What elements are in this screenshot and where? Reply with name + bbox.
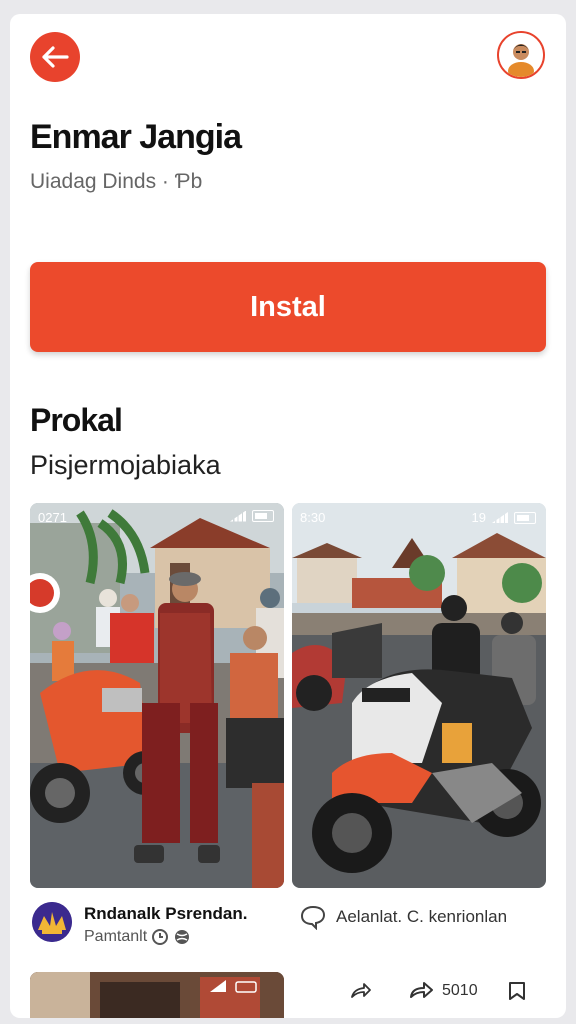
status-time: 8:30 [300, 510, 326, 525]
comment-bubble-icon [300, 905, 326, 930]
comment-text: Aelanlat. C. kenrionlan [336, 907, 508, 926]
signal-icon [492, 512, 508, 523]
screenshot-1[interactable]: 0271 [30, 503, 284, 888]
author-avatar-icon [32, 902, 72, 942]
globe-icon[interactable] [173, 928, 191, 946]
author-meta-text: Pamtanlt [84, 928, 148, 945]
screenshot-3[interactable] [30, 972, 284, 1018]
status-right-text: 19 [471, 510, 486, 525]
section-title: Prokal [30, 402, 123, 438]
status-bar: 0271 [30, 509, 284, 527]
battery-icon [514, 511, 536, 524]
author-name: Rndanalk Psrendan. [84, 904, 248, 923]
repost-icon [410, 982, 433, 998]
refresh-icon[interactable] [151, 928, 169, 946]
bookmark-button[interactable] [506, 980, 528, 1002]
app-detail-card: Enmar Jangia Uiadag Dinds · Ƥb Instal Pr… [10, 14, 566, 1018]
comment-row[interactable]: Aelanlat. C. kenrionlan [300, 902, 507, 932]
back-button[interactable] [30, 32, 80, 82]
app-title: Enmar Jangia [30, 118, 242, 156]
battery-icon [252, 510, 274, 522]
user-avatar-icon [499, 33, 543, 77]
status-bar: 8:30 19 [292, 509, 546, 527]
arrow-left-icon [42, 46, 69, 68]
install-button[interactable]: Instal [30, 262, 546, 352]
repost-button[interactable]: 5010 [408, 979, 478, 1003]
author-meta: Pamtanlt [84, 928, 191, 946]
post-actions: 5010 [348, 976, 546, 1006]
screenshot-2[interactable]: 8:30 19 [292, 503, 546, 888]
profile-avatar[interactable] [497, 31, 545, 79]
share-count: 5010 [442, 982, 478, 999]
app-subtitle: Uiadag Dinds · Ƥb [30, 170, 203, 193]
bookmark-icon [508, 982, 525, 1000]
section-subtitle: Pisjermojabiaka [30, 450, 221, 480]
share-button[interactable] [348, 979, 372, 1003]
screenshot-1-image [30, 503, 284, 888]
share-arrow-icon [351, 983, 371, 998]
screenshot-3-image [30, 972, 284, 1018]
screenshot-2-image [292, 503, 546, 888]
signal-icon [230, 510, 246, 522]
author-avatar [32, 902, 72, 942]
status-time: 0271 [38, 510, 67, 525]
post-author[interactable]: Rndanalk Psrendan. Pamtanlt [30, 900, 290, 952]
